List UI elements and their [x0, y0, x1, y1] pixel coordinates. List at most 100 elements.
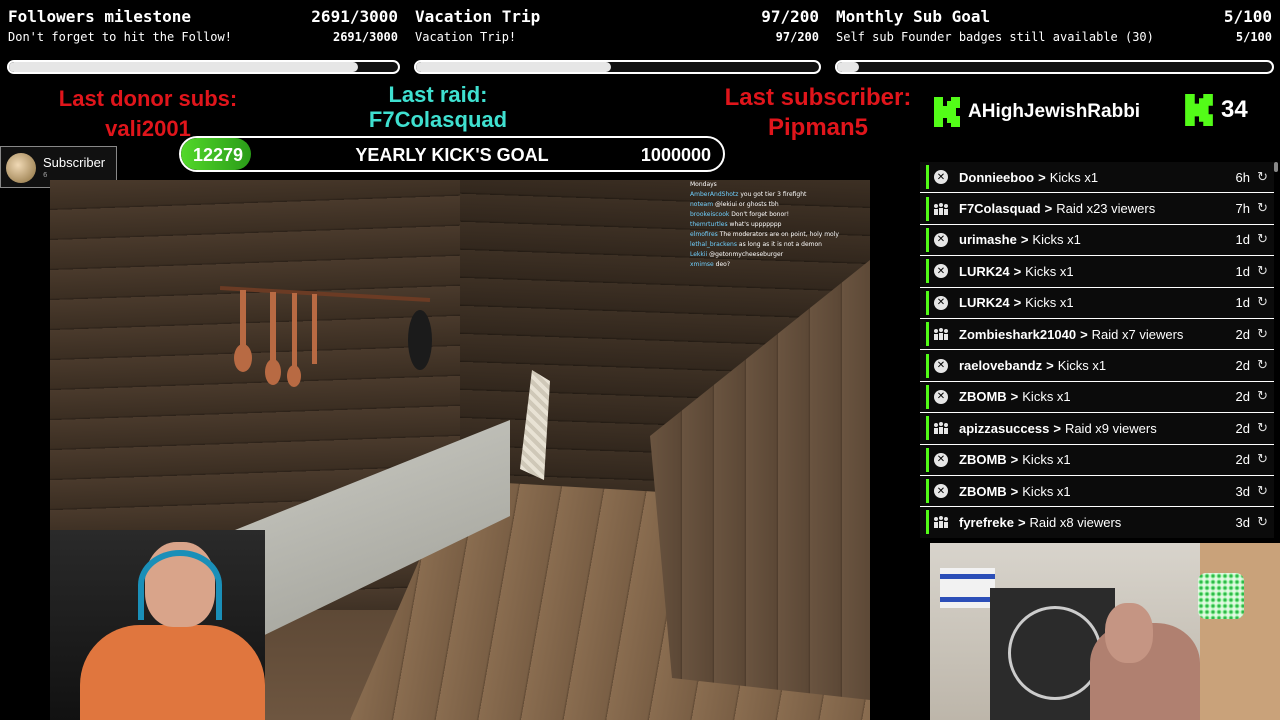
event-row: ✕ ZBOMB > Kicks x1 2d ↻	[920, 381, 1274, 414]
event-username: Donnieeboo	[959, 169, 1035, 185]
event-list[interactable]: ✕ Donnieeboo > Kicks x1 6h ↻ F7Colasquad > Raid …	[920, 162, 1274, 538]
event-row: ✕ LURK24 > Kicks x1 1d ↻	[920, 256, 1274, 288]
vacation-goal: Vacation Trip 97/200 Vacation Trip! 97/2…	[407, 0, 821, 82]
event-username: Zombieshark21040	[959, 326, 1077, 342]
replay-icon[interactable]: ↻	[1257, 484, 1268, 499]
chat-message: The moderators are on point, holy moly	[719, 231, 839, 238]
event-accent	[926, 447, 929, 472]
replay-icon[interactable]: ↻	[1257, 327, 1268, 342]
event-accent	[926, 196, 929, 221]
event-accent	[926, 259, 929, 284]
replay-icon[interactable]: ↻	[1257, 421, 1268, 436]
monthly-sub-goal: Monthly Sub Goal 5/100 Self sub Founder …	[828, 0, 1274, 82]
raid-icon	[933, 420, 949, 436]
event-accent	[926, 353, 929, 378]
event-action: Kicks x1	[1032, 232, 1081, 248]
chat-line: brookeiscook Don't forget bonor!	[690, 210, 870, 220]
chat-line: lethal_brackens as long as it is not a d…	[690, 240, 870, 250]
event-row: apizzasuccess > Raid x9 viewers 2d ↻	[920, 413, 1274, 445]
event-accent	[926, 384, 929, 409]
streamer-webcam	[50, 530, 265, 720]
event-time: 2d	[1235, 420, 1250, 436]
event-username: ZBOMB	[959, 483, 1007, 499]
goal-title: Vacation Trip	[415, 7, 541, 26]
streamer-shirt	[80, 625, 265, 720]
chat-user: noteam	[690, 201, 714, 208]
event-time: 2d	[1235, 389, 1250, 405]
chat-line: Lekkii @getonmycheeseburger	[690, 250, 870, 260]
event-separator: >	[1053, 420, 1061, 436]
goal-progress-fill	[416, 62, 612, 72]
chat-message: @lekiui or ghosts tbh	[714, 201, 779, 208]
event-time: 1d	[1235, 295, 1250, 311]
followers-goal: Followers milestone 2691/3000 Don't forg…	[0, 0, 400, 82]
last-donor-title: Last donor subs:	[58, 86, 238, 111]
replay-icon[interactable]: ↻	[1257, 201, 1268, 216]
goal-progress-bar	[414, 60, 821, 74]
event-action: Kicks x1	[1022, 483, 1071, 499]
replay-icon[interactable]: ↻	[1257, 358, 1268, 373]
event-time: 3d	[1235, 483, 1250, 499]
chat-message: @getonmycheeseburger	[709, 251, 784, 258]
event-row: ✕ urimashe > Kicks x1 1d ↻	[920, 224, 1274, 257]
replay-icon[interactable]: ↻	[1257, 389, 1268, 404]
subscriber-count: 6	[43, 171, 48, 179]
chat-message: you got tier 3 firefight	[740, 191, 807, 198]
event-row: Zombieshark21040 > Raid x7 viewers 2d ↻	[920, 318, 1274, 351]
replay-icon[interactable]: ↻	[1257, 295, 1268, 310]
jar-icon	[1198, 573, 1244, 619]
chat-message: deo?	[715, 261, 731, 268]
chat-user: AmberAndShotz	[690, 191, 739, 198]
replay-icon[interactable]: ↻	[1257, 264, 1268, 279]
event-separator: >	[1080, 326, 1088, 342]
event-row: ✕ LURK24 > Kicks x1 1d ↻	[920, 287, 1274, 319]
event-row: F7Colasquad > Raid x23 viewers 7h ↻	[920, 193, 1274, 225]
chat-user: lethal_brackens	[690, 241, 737, 248]
event-separator: >	[1038, 169, 1046, 185]
event-action: Raid x8 viewers	[1029, 514, 1122, 530]
chat-user: xmimse	[690, 261, 714, 268]
kick-icon: ✕	[933, 483, 949, 499]
event-accent	[926, 416, 929, 441]
event-time: 6h	[1235, 169, 1250, 185]
replay-icon[interactable]: ↻	[1257, 232, 1268, 247]
event-username: LURK24	[959, 263, 1010, 279]
event-list-scrollbar[interactable]	[1274, 162, 1278, 172]
chat-message: Don't forget bonor!	[731, 211, 790, 218]
event-separator: >	[1010, 389, 1019, 405]
goal-count-secondary: 2691/3000	[332, 30, 398, 44]
event-action: Kicks x1	[1022, 452, 1071, 468]
chat-line: AmberAndShotz you got tier 3 firefight	[690, 190, 870, 200]
chat-line: elmofires The moderators are on point, h…	[690, 230, 870, 240]
chat-line: noteam @lekiui or ghosts tbh	[690, 200, 870, 210]
yearly-goal-target: 1000000	[640, 145, 711, 165]
replay-icon[interactable]: ↻	[1257, 170, 1268, 185]
yearly-goal-bar: 12279 YEARLY KICK'S GOAL 1000000	[179, 136, 725, 172]
event-username: F7Colasquad	[959, 201, 1041, 217]
chat-line: themrturtles what's uppppppp	[690, 220, 870, 230]
kick-icon: ✕	[933, 263, 949, 279]
event-time: 3d	[1235, 514, 1250, 530]
chat-user: themrturtles	[690, 221, 728, 228]
kick-count: 34	[1221, 96, 1248, 123]
event-row: ✕ ZBOMB > Kicks x1 3d ↻	[920, 475, 1274, 508]
event-accent	[926, 227, 929, 252]
kick-icon: ✕	[933, 358, 949, 374]
kick-icon: ✕	[933, 295, 949, 311]
event-time: 2d	[1235, 326, 1250, 342]
chat-message: as long as it is not a demon	[738, 241, 822, 248]
goal-count: 5/100	[1223, 7, 1272, 26]
goal-subtitle: Vacation Trip!	[415, 30, 517, 44]
event-action: Kicks x1	[1025, 295, 1074, 311]
replay-icon[interactable]: ↻	[1257, 515, 1268, 530]
raid-icon	[933, 326, 949, 342]
event-username: apizzasuccess	[959, 420, 1050, 436]
guest-door	[1200, 543, 1280, 720]
event-row: ✕ raelovebandz > Kicks x1 2d ↻	[920, 350, 1274, 382]
replay-icon[interactable]: ↻	[1257, 452, 1268, 467]
event-separator: >	[1017, 514, 1026, 530]
kick-icon: ✕	[933, 169, 949, 185]
goal-progress-fill	[9, 62, 358, 72]
chat-message: what's uppppppp	[729, 221, 782, 228]
event-username: LURK24	[959, 295, 1010, 311]
